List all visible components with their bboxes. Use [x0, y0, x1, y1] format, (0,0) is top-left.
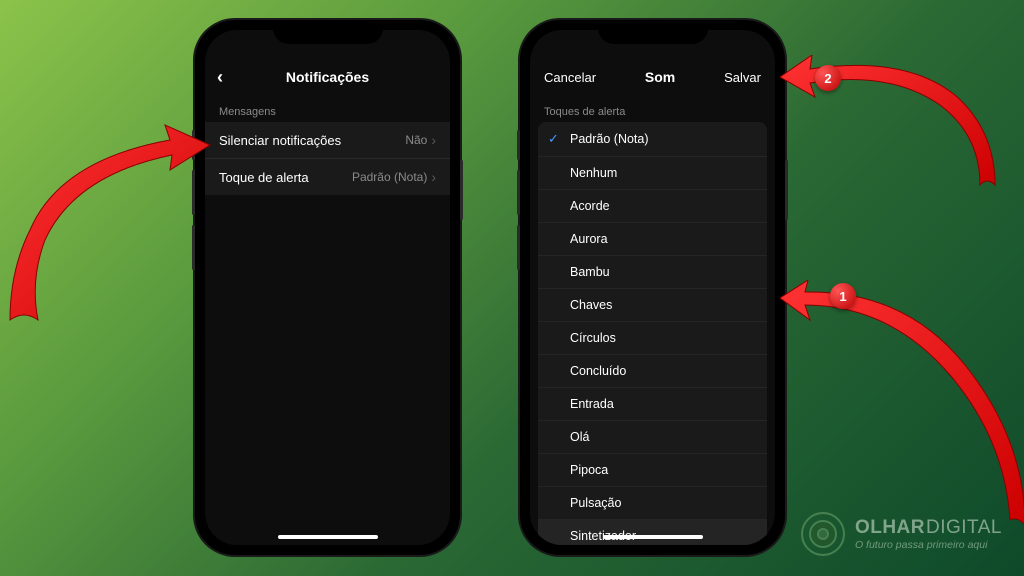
step-badge-1: 1 — [830, 283, 856, 309]
tone-option[interactable]: Aurora — [538, 222, 767, 255]
watermark-brand-1: OLHAR — [855, 517, 925, 538]
section-header-alert-tones: Toques de alerta — [530, 98, 775, 122]
chevron-right-icon: › — [431, 169, 436, 185]
page-title: Notificações — [286, 69, 369, 85]
modal-title: Som — [645, 69, 675, 85]
tone-option[interactable]: Sintetizador — [538, 519, 767, 545]
phone-mockup-left: ‹ Notificações Mensagens Silenciar notif… — [195, 20, 460, 555]
home-indicator[interactable] — [603, 535, 703, 539]
row-value: Não › — [405, 132, 436, 148]
annotation-arrow-left — [0, 120, 220, 340]
volume-down-button — [517, 225, 520, 270]
checkmark-icon: ✓ — [548, 131, 562, 147]
cancel-button[interactable]: Cancelar — [544, 70, 596, 85]
tone-option[interactable]: Nenhum — [538, 156, 767, 189]
tone-option[interactable]: Concluído — [538, 354, 767, 387]
mute-switch — [192, 130, 195, 160]
watermark-brand-2: DIGITAL — [926, 517, 1002, 538]
row-alert-tone[interactable]: Toque de alerta Padrão (Nota) › — [205, 158, 450, 195]
alert-tones-list: ✓Padrão (Nota) Nenhum Acorde Aurora Bamb… — [538, 122, 767, 545]
step-badge-2: 2 — [815, 65, 841, 91]
watermark-logo-icon — [801, 512, 845, 556]
modal-header: Cancelar Som Salvar — [530, 56, 775, 98]
tone-option[interactable]: ✓Padrão (Nota) — [538, 122, 767, 156]
volume-up-button — [192, 170, 195, 215]
tone-option[interactable]: Círculos — [538, 321, 767, 354]
tone-option[interactable]: Entrada — [538, 387, 767, 420]
annotation-arrow-right-bottom — [780, 280, 1024, 540]
chevron-right-icon: › — [431, 132, 436, 148]
tone-option[interactable]: Olá — [538, 420, 767, 453]
screen-right: Cancelar Som Salvar Toques de alerta ✓Pa… — [530, 30, 775, 545]
phone-mockup-right: Cancelar Som Salvar Toques de alerta ✓Pa… — [520, 20, 785, 555]
volume-up-button — [517, 170, 520, 215]
row-value: Padrão (Nota) › — [352, 169, 436, 185]
tone-option[interactable]: Pulsação — [538, 486, 767, 519]
home-indicator[interactable] — [278, 535, 378, 539]
tone-option[interactable]: Acorde — [538, 189, 767, 222]
watermark-tagline: O futuro passa primeiro aqui — [855, 539, 1002, 551]
mute-switch — [517, 130, 520, 160]
volume-down-button — [192, 225, 195, 270]
tone-option[interactable]: Chaves — [538, 288, 767, 321]
row-label: Silenciar notificações — [219, 133, 341, 148]
back-icon[interactable]: ‹ — [217, 67, 223, 88]
watermark: OLHARDIGITAL O futuro passa primeiro aqu… — [801, 512, 1002, 556]
screen-left: ‹ Notificações Mensagens Silenciar notif… — [205, 30, 450, 545]
save-button[interactable]: Salvar — [724, 70, 761, 85]
power-button — [460, 160, 463, 220]
section-header-messages: Mensagens — [205, 98, 450, 122]
tone-option[interactable]: Bambu — [538, 255, 767, 288]
row-label: Toque de alerta — [219, 170, 309, 185]
tone-option[interactable]: Pipoca — [538, 453, 767, 486]
row-silence-notifications[interactable]: Silenciar notificações Não › — [205, 122, 450, 158]
nav-header: ‹ Notificações — [205, 56, 450, 98]
power-button — [785, 160, 788, 220]
